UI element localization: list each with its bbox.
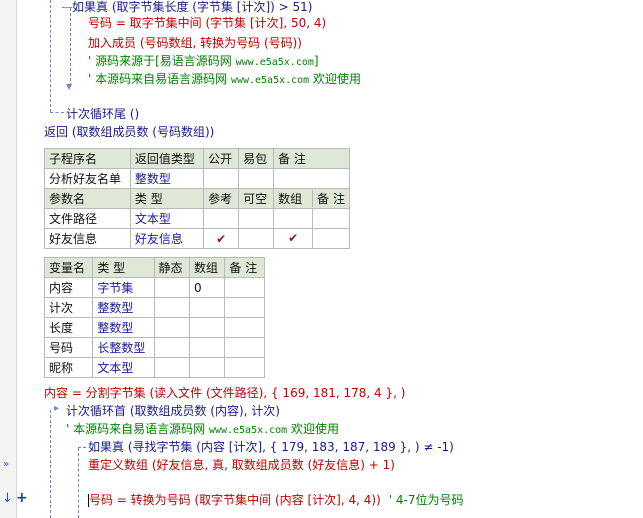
code-line-split-bytes[interactable]: 内容 = 分割字节集 (读入文件 (文件路径), { 169, 181, 178… [44,384,405,402]
code-line-assign-number[interactable]: 号码 = 取字节集中间 (字节集 [计次], 50, 4) [88,14,326,32]
variable-name-cell[interactable]: 计次 [43,297,94,318]
variable-type-cell[interactable]: 整数型 [92,317,155,338]
variable-array-cell[interactable] [188,317,226,338]
variable-header-row: 变量名 类 型 静态 数组 备 注 [43,257,265,278]
loop-flow-guide [50,0,51,112]
code-line-redim[interactable]: 重定义数组 (好友信息, 真, 取数组成员数 (好友信息) + 1) [88,456,395,474]
param-optional-cell[interactable] [238,208,275,229]
code-line-convert-number[interactable]: 号码 = 转换为号码 (取字节集中间 (内容 [计次], 4, 4)) ' 4-7… [88,491,463,509]
variable-type-cell[interactable]: 字节集 [92,277,155,298]
step-marker-icon[interactable]: » [3,459,9,470]
variable-array-cell[interactable] [188,357,226,378]
header-cell: 备 注 [273,148,350,169]
param-type-cell[interactable]: 好友信息 [129,228,205,249]
variable-array-cell[interactable]: 0 [188,277,226,298]
param-array-note-cell[interactable]: ✔ [273,228,350,249]
variable-static-cell[interactable] [153,297,190,318]
variable-static-cell[interactable] [153,357,190,378]
code-line-if-find[interactable]: 如果真 (寻找字节集 (内容 [计次], { 179, 183, 187, 18… [88,438,454,456]
add-line-icon[interactable]: + [16,490,28,506]
param-row[interactable]: 文件路径 文本型 [44,208,350,229]
variable-table: 变量名 类 型 静态 数组 备 注 内容 字节集 0 计次 整数型 长度 整数型… [43,257,265,378]
variable-row[interactable]: 长度 整数型 [43,317,265,338]
public-cell[interactable] [203,168,240,189]
loop-flow-guide-end [50,112,64,113]
variable-note-cell[interactable] [224,277,265,298]
param-ref-check-icon[interactable]: ✔ [203,228,240,249]
variable-array-cell[interactable] [188,337,226,358]
header-cell: 参数名 [44,188,131,209]
variable-row[interactable]: 内容 字节集 0 [43,277,265,298]
code-comment-welcome-2[interactable]: ' 本源码来自易语言源码网 www.e5a5x.com 欢迎使用 [66,420,339,438]
variable-note-cell[interactable] [224,297,265,318]
header-cell: 数组 [188,257,226,278]
subroutine-row[interactable]: 分析好友名单 整数型 [44,168,350,189]
editor-gutter [0,0,17,518]
header-cell: 返回值类型 [129,148,205,169]
flow-arrow-icon: ▼ [66,82,73,91]
variable-row[interactable]: 计次 整数型 [43,297,265,318]
code-line-loop-start[interactable]: 计次循环首 (取数组成员数 (内容), 计次) [66,402,280,420]
subroutine-header-row: 子程序名 返回值类型 公开 易包 备 注 [44,148,350,169]
header-cell: 变量名 [43,257,94,278]
header-cell: 数组 [274,190,314,207]
variable-name-cell[interactable]: 昵称 [43,357,94,378]
param-name-cell[interactable]: 好友信息 [44,228,131,249]
param-array-cell[interactable] [274,209,314,228]
variable-static-cell[interactable] [153,317,190,338]
variable-array-cell[interactable] [188,297,226,318]
if-flow-guide [70,8,71,86]
package-cell[interactable] [238,168,275,189]
loop-start-fold-icon[interactable]: ▸ [54,403,59,414]
param-header-row: 参数名 类 型 参考 可空 数组备 注 [44,188,350,209]
param-name-cell[interactable]: 文件路径 [44,208,131,229]
variable-type-cell[interactable]: 文本型 [92,357,155,378]
variable-row[interactable]: 昵称 文本型 [43,357,265,378]
param-array-check-icon[interactable]: ✔ [274,229,314,248]
variable-type-cell[interactable]: 长整数型 [92,337,155,358]
variable-name-cell[interactable]: 号码 [43,337,94,358]
if-flow-guide-start [62,7,72,8]
code-line-loop-end[interactable]: 计次循环尾 () [66,105,139,123]
variable-name-cell[interactable]: 内容 [43,277,94,298]
param-row[interactable]: 好友信息 好友信息 ✔ ✔ [44,228,350,249]
header-cell: 备 注 [317,192,345,206]
variable-static-cell[interactable] [153,337,190,358]
header-cell: 易包 [238,148,275,169]
note-cell[interactable] [273,168,350,189]
code-line-add-member[interactable]: 加入成员 (号码数组, 转换为号码 (号码)) [88,34,302,52]
variable-note-cell[interactable] [224,357,265,378]
code-line-return[interactable]: 返回 (取数组成员数 (号码数组)) [44,123,214,141]
variable-note-cell[interactable] [224,337,265,358]
header-cell: 类 型 [92,257,155,278]
loop2-flow-guide [50,410,51,518]
variable-note-cell[interactable] [224,317,265,338]
return-type-cell[interactable]: 整数型 [129,168,205,189]
header-cell: 静态 [153,257,190,278]
subroutine-name-cell[interactable]: 分析好友名单 [44,168,131,189]
down-arrow-icon[interactable]: ↓ [2,491,13,506]
code-comment-source[interactable]: ' 源码来源于[易语言源码网 www.e5a5x.com] [88,52,319,70]
variable-name-cell[interactable]: 长度 [43,317,94,338]
subroutine-table: 子程序名 返回值类型 公开 易包 备 注 分析好友名单 整数型 参数名 类 型 … [44,148,350,249]
variable-static-cell[interactable] [153,277,190,298]
header-cell: 数组备 注 [273,188,350,209]
header-cell: 备 注 [224,257,265,278]
header-cell: 子程序名 [44,148,131,169]
param-ref-cell[interactable] [203,208,240,229]
header-cell: 参考 [203,188,240,209]
if2-flow-guide [78,448,79,518]
header-cell: 可空 [238,188,275,209]
code-comment-welcome[interactable]: ' 本源码来自易语言源码网 www.e5a5x.com 欢迎使用 [88,70,361,88]
header-cell: 公开 [203,148,240,169]
header-cell: 类 型 [129,188,205,209]
param-array-note-cell[interactable] [273,208,350,229]
param-type-cell[interactable]: 文本型 [129,208,205,229]
if2-flow-guide-start [78,447,86,448]
variable-row[interactable]: 号码 长整数型 [43,337,265,358]
param-optional-cell[interactable] [238,228,275,249]
variable-type-cell[interactable]: 整数型 [92,297,155,318]
